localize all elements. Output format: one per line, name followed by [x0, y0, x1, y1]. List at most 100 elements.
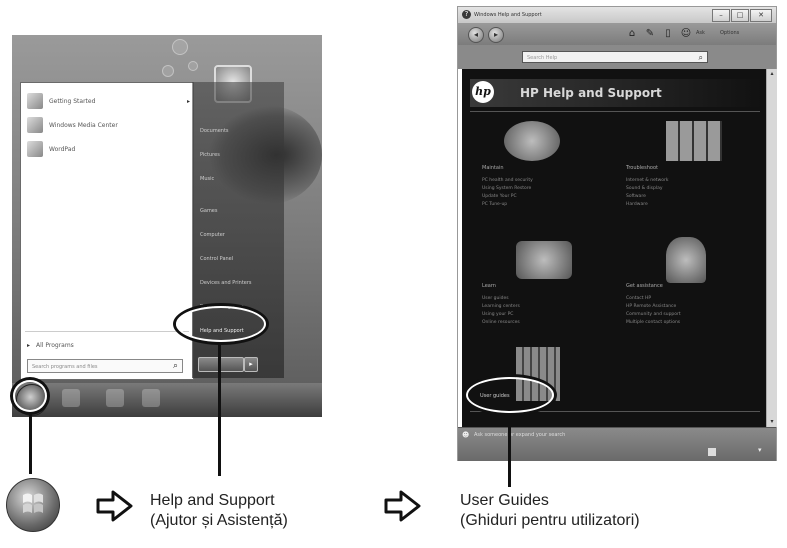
section-link[interactable]: PC Tune-up: [482, 201, 533, 209]
back-icon[interactable]: ◂: [468, 27, 484, 43]
help-support-callout-line: [218, 344, 221, 476]
hp-banner-title: HP Help and Support: [520, 86, 662, 100]
ask-button[interactable]: Ask: [696, 30, 705, 36]
gears-icon: [504, 121, 560, 161]
section-link[interactable]: Multiple contact options: [626, 319, 681, 327]
section-list-get-assistance: Contact HP HP Remote Assistance Communit…: [626, 295, 681, 327]
pinned-item[interactable]: Getting Started ▸: [27, 91, 190, 111]
outline-arrow-icon: [96, 490, 133, 522]
tiles-icon: [666, 121, 722, 161]
vertical-scrollbar[interactable]: ▴ ▾: [766, 69, 777, 427]
section-link[interactable]: PC health and security: [482, 177, 533, 185]
scroll-down-icon[interactable]: ▾: [767, 417, 777, 427]
windows-flag-icon: [23, 493, 43, 513]
start-button-highlight-inner: [13, 380, 47, 412]
start-search-input[interactable]: Search programs and files ⌕: [27, 359, 183, 373]
taskbar: [12, 383, 322, 417]
right-link-games[interactable]: Games: [200, 208, 218, 214]
outline-arrow-icon: [384, 490, 421, 522]
hp-logo: hp: [472, 81, 494, 103]
right-link-documents[interactable]: Documents: [200, 128, 229, 134]
taskbar-media-icon[interactable]: [142, 389, 160, 407]
section-link[interactable]: Contact HP: [626, 295, 681, 303]
maximize-button[interactable]: □: [731, 9, 749, 22]
user-guides-caption-line2: (Ghiduri pentru utilizatori): [460, 512, 640, 529]
browse-icon[interactable]: ▯: [662, 28, 674, 40]
section-link[interactable]: Learning centers: [482, 303, 520, 311]
section-link[interactable]: HP Remote Assistance: [626, 303, 681, 311]
section-heading-get-assistance[interactable]: Get assistance: [626, 283, 663, 289]
pinned-item-label: WordPad: [49, 145, 76, 153]
banner-divider: [470, 111, 760, 112]
user-guides-callout-line: [508, 415, 511, 487]
people-icon: [666, 237, 706, 283]
window-titlebar: ? Windows Help and Support – □ ✕: [458, 7, 776, 23]
all-programs-item[interactable]: ▸ All Programs: [27, 335, 74, 355]
right-link-music[interactable]: Music: [200, 176, 214, 182]
section-link[interactable]: Community and support: [626, 311, 681, 319]
help-search-placeholder: Search Help: [527, 55, 558, 61]
right-link-computer[interactable]: Computer: [200, 232, 225, 238]
section-link[interactable]: Sound & display: [626, 185, 669, 193]
section-link[interactable]: Using System Restore: [482, 185, 533, 193]
program-icon: [27, 141, 43, 157]
right-link-control-panel[interactable]: Control Panel: [200, 256, 233, 262]
help-support-highlight-inner: [176, 306, 266, 342]
window-controls: – □ ✕: [712, 9, 772, 22]
section-link[interactable]: Using your PC: [482, 311, 520, 319]
section-link[interactable]: User guides: [482, 295, 520, 303]
shutdown-button[interactable]: [198, 357, 244, 372]
start-button-callout-line: [29, 414, 32, 474]
shutdown-options-button[interactable]: ▸: [244, 357, 258, 372]
section-heading-maintain[interactable]: Maintain: [482, 165, 504, 171]
status-bar: ☻ Ask someone or expand your search ▾: [458, 427, 776, 461]
help-icon: ?: [462, 10, 471, 19]
close-button[interactable]: ✕: [750, 9, 772, 22]
wallpaper-bubble: [172, 39, 188, 55]
section-heading-troubleshoot[interactable]: Troubleshoot: [626, 165, 658, 171]
section-list-learn: User guides Learning centers Using your …: [482, 295, 520, 327]
wallpaper-bubble: [188, 61, 198, 71]
user-guides-highlight-inner: [466, 377, 554, 413]
options-button[interactable]: Options: [720, 30, 739, 36]
program-icon: [27, 117, 43, 133]
minimize-button[interactable]: –: [712, 9, 730, 22]
status-text[interactable]: Ask someone or expand your search: [474, 432, 565, 438]
section-heading-learn[interactable]: Learn: [482, 283, 496, 289]
help-support-caption-line2: (Ajutor și Asistență): [150, 512, 288, 529]
section-link[interactable]: Software: [626, 193, 669, 201]
pinned-item-label: Windows Media Center: [49, 121, 118, 129]
taskbar-explorer-icon[interactable]: [106, 389, 124, 407]
section-link[interactable]: Internet & network: [626, 177, 669, 185]
section-link[interactable]: Hardware: [626, 201, 669, 209]
right-link-pictures[interactable]: Pictures: [200, 152, 220, 158]
section-link[interactable]: Update Your PC: [482, 193, 533, 201]
start-menu-screenshot: Getting Started ▸ Windows Media Center W…: [12, 35, 322, 417]
user-guides-caption-line1: User Guides: [460, 492, 549, 509]
windows-logo-icon: [6, 478, 60, 532]
program-icon: [27, 93, 43, 109]
right-link-devices[interactable]: Devices and Printers: [200, 280, 252, 286]
user-guides-caption: User Guides (Ghiduri pentru utilizatori): [460, 491, 640, 531]
window-title: Windows Help and Support: [474, 12, 542, 18]
taskbar-ie-icon[interactable]: [62, 389, 80, 407]
ask-icon[interactable]: ☺: [680, 28, 692, 40]
divider: [25, 331, 189, 332]
forward-icon[interactable]: ▸: [488, 27, 504, 43]
pinned-item[interactable]: Windows Media Center: [27, 115, 118, 135]
scroll-up-icon[interactable]: ▴: [767, 69, 777, 79]
book-icon: [516, 241, 572, 279]
section-list-maintain: PC health and security Using System Rest…: [482, 177, 533, 209]
chevron-right-icon: ▸: [187, 97, 191, 105]
print-icon[interactable]: ✎: [644, 28, 656, 40]
home-icon[interactable]: ⌂: [626, 28, 638, 40]
help-toolbar: ◂ ▸ ⌂ ✎ ▯ ☺ Ask Options: [458, 23, 776, 45]
online-status-icon[interactable]: [708, 448, 716, 456]
pinned-item[interactable]: WordPad: [27, 139, 75, 159]
all-programs-label: All Programs: [36, 341, 74, 349]
search-icon: ⌕: [698, 53, 703, 62]
section-link[interactable]: Online resources: [482, 319, 520, 327]
chevron-down-icon[interactable]: ▾: [758, 446, 762, 454]
help-search-input[interactable]: Search Help ⌕: [522, 51, 708, 63]
start-menu-left-pane: Getting Started ▸ Windows Media Center W…: [20, 82, 194, 380]
